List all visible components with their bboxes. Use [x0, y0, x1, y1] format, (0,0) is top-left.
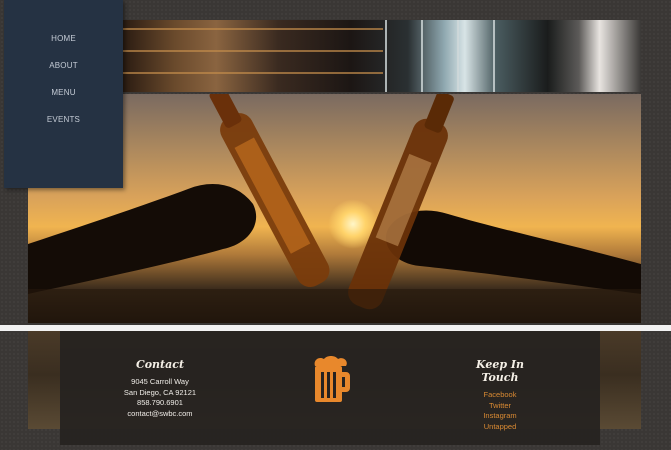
social-column: Keep In Touch Facebook Twitter Instagram…: [459, 358, 541, 432]
untapped-link[interactable]: Untapped: [459, 422, 541, 433]
nav-item-events[interactable]: EVENTS: [4, 110, 123, 137]
phone-number: 858.790.6901: [137, 398, 183, 408]
photo-fridge-edge: [421, 20, 423, 92]
social-heading: Keep In Touch: [476, 358, 524, 384]
photo-fridge-edge: [385, 20, 387, 92]
beer-mug-icon: [311, 356, 351, 404]
bar-interior-photo: [123, 20, 641, 92]
contact-column: Contact 9045 Carroll Way San Diego, CA 9…: [120, 358, 200, 419]
address-line-2: San Diego, CA 92121: [123, 387, 197, 397]
twitter-link[interactable]: Twitter: [459, 401, 541, 412]
address-line-1: 9045 Carroll Way: [131, 377, 189, 386]
contact-heading: Contact: [135, 358, 185, 371]
nav-item-home[interactable]: HOME: [4, 29, 123, 56]
nav-item-about[interactable]: ABOUT: [4, 56, 123, 83]
instagram-link[interactable]: Instagram: [459, 411, 541, 422]
photo-shelf: [123, 28, 383, 30]
photo-shelf: [123, 72, 383, 74]
photo-fridge-edge: [493, 20, 495, 92]
sidebar-nav: HOME ABOUT MENU EVENTS: [4, 0, 123, 188]
photo-fridge-edge: [457, 20, 459, 92]
facebook-link[interactable]: Facebook: [459, 390, 541, 401]
nav-item-menu[interactable]: MENU: [4, 83, 123, 110]
site-footer: Contact 9045 Carroll Way San Diego, CA 9…: [60, 331, 600, 445]
email-address[interactable]: contact@swbc.com: [120, 409, 200, 420]
photo-shelf: [123, 50, 383, 52]
